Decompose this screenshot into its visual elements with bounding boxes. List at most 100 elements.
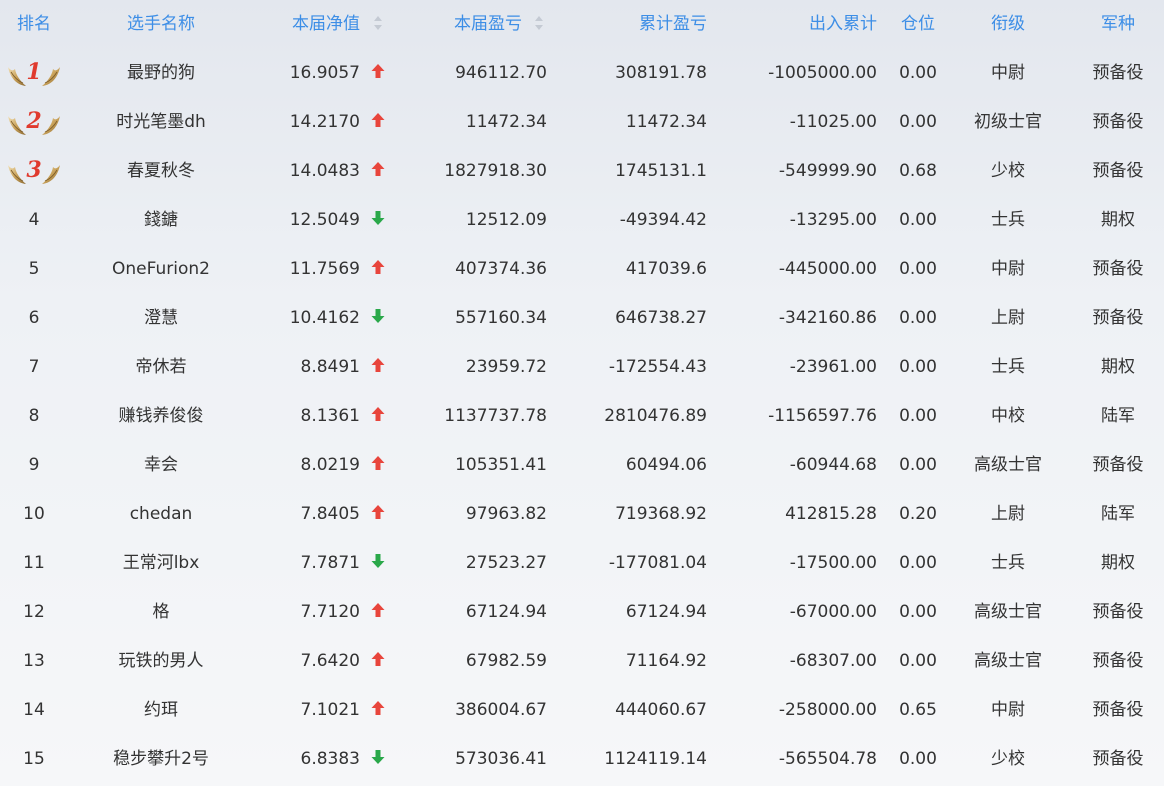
table-row[interactable]: 1 最野的狗 16.9057 946112.70 308191.78 -1005000.0… (0, 49, 1164, 98)
rank-number: 10 (23, 504, 45, 524)
arrow-up-icon (368, 49, 388, 98)
medal-rank-number: 2 (26, 108, 42, 134)
current-pnl: 407374.36 (455, 259, 547, 279)
table-row[interactable]: 15 稳步攀升2号 6.8383 573036.41 1124119.14 -565504… (0, 735, 1164, 784)
leaderboard-table: 排名 选手名称 本届净值 本届盈亏 累计盈亏 出入累计 仓位 衔级 军种 1 最野… (0, 0, 1164, 786)
table-row[interactable]: 5 OneFurion2 11.7569 407374.36 417039.6 -4450… (0, 245, 1164, 294)
current-pnl-sort-icon[interactable] (531, 0, 547, 49)
position-ratio: 0.68 (899, 161, 937, 181)
inout-total: 412815.28 (785, 504, 877, 524)
player-name[interactable]: 最野的狗 (68, 49, 254, 98)
service-branch: 预备役 (1092, 112, 1144, 132)
player-name[interactable]: 幸会 (68, 441, 254, 490)
current-pnl: 1137737.78 (444, 406, 547, 426)
medal-rank-number: 1 (26, 59, 42, 85)
table-row[interactable]: 10 chedan 7.8405 97963.82 719368.92 412815.28… (0, 490, 1164, 539)
table-row[interactable]: 14 约珥 7.1021 386004.67 444060.67 -258000.00 0.… (0, 686, 1164, 735)
player-name[interactable]: 稳步攀升2号 (68, 735, 254, 784)
table-row[interactable]: 13 玩铁的男人 7.6420 67982.59 71164.92 -68307.00 0.… (0, 637, 1164, 686)
arrow-up-icon (368, 490, 388, 539)
player-name[interactable]: 约珥 (68, 686, 254, 735)
table-row[interactable]: 11 王常河lbx 7.7871 27523.27 -177081.04 -17500.0… (0, 539, 1164, 588)
table-row[interactable]: 4 錢鎕 12.5049 12512.09 -49394.42 -13295.00 0.00… (0, 196, 1164, 245)
header-title: 衔级 (991, 14, 1025, 34)
military-title: 初级士官 (974, 112, 1042, 132)
arrow-up-icon (368, 637, 388, 686)
arrow-up-icon (368, 245, 388, 294)
inout-total: -258000.00 (778, 700, 877, 720)
player-name[interactable]: OneFurion2 (68, 245, 254, 294)
rank-number: 11 (23, 553, 45, 573)
current-pnl: 573036.41 (455, 749, 547, 769)
military-title: 高级士官 (974, 651, 1042, 671)
player-name[interactable]: 錢鎕 (68, 196, 254, 245)
table-row[interactable]: 9 幸会 8.0219 105351.41 60494.06 -60944.68 0.00 高… (0, 441, 1164, 490)
service-branch: 预备役 (1092, 749, 1144, 769)
rank-number: 4 (28, 210, 40, 230)
arrow-up-icon (368, 686, 388, 735)
player-name[interactable]: 时光笔墨dh (68, 98, 254, 147)
player-name[interactable]: 玩铁的男人 (68, 637, 254, 686)
cumulative-pnl: 2810476.89 (604, 406, 707, 426)
military-title: 高级士官 (974, 455, 1042, 475)
current-pnl: 23959.72 (465, 357, 547, 377)
inout-total: -549999.90 (778, 161, 877, 181)
nav-sort-icon[interactable] (368, 0, 388, 49)
player-name[interactable]: 王常河lbx (68, 539, 254, 588)
military-title: 士兵 (991, 357, 1025, 377)
cumulative-pnl: 71164.92 (625, 651, 707, 671)
net-value: 8.8491 (300, 357, 360, 377)
inout-total: -60944.68 (789, 455, 877, 475)
table-row[interactable]: 2 时光笔墨dh 14.2170 11472.34 11472.34 -11025.00 0… (0, 98, 1164, 147)
military-title: 上尉 (991, 504, 1025, 524)
player-name[interactable]: chedan (68, 490, 254, 539)
military-title: 高级士官 (974, 602, 1042, 622)
inout-total: -17500.00 (789, 553, 877, 573)
service-branch: 预备役 (1092, 63, 1144, 83)
arrow-up-icon (368, 441, 388, 490)
table-row[interactable]: 12 格 7.7120 67124.94 67124.94 -67000.00 0.00 高级… (0, 588, 1164, 637)
current-pnl: 67982.59 (465, 651, 547, 671)
current-pnl: 11472.34 (465, 112, 547, 132)
net-value: 7.7120 (300, 602, 360, 622)
rank-medal: 2 (0, 98, 68, 147)
player-name[interactable]: 格 (68, 588, 254, 637)
service-branch: 预备役 (1092, 700, 1144, 720)
net-value: 7.7871 (300, 553, 360, 573)
player-name[interactable]: 赚钱养俊俊 (68, 392, 254, 441)
military-title: 少校 (991, 161, 1025, 181)
header-branch: 军种 (1101, 14, 1135, 34)
current-pnl: 386004.67 (455, 700, 547, 720)
player-name[interactable]: 春夏秋冬 (68, 147, 254, 196)
cumulative-pnl: 646738.27 (615, 308, 707, 328)
header-nav-sortable[interactable]: 本届净值 (254, 0, 360, 49)
table-row[interactable]: 8 赚钱养俊俊 8.1361 1137737.78 2810476.89 -1156597… (0, 392, 1164, 441)
military-title: 中尉 (991, 259, 1025, 279)
cumulative-pnl: 444060.67 (615, 700, 707, 720)
current-pnl: 97963.82 (465, 504, 547, 524)
net-value: 7.8405 (300, 504, 360, 524)
service-branch: 期权 (1101, 357, 1135, 377)
rank-number: 7 (28, 357, 40, 377)
current-pnl: 67124.94 (465, 602, 547, 622)
rank-number: 15 (23, 749, 45, 769)
net-value: 6.8383 (300, 749, 360, 769)
player-name[interactable]: 帝休若 (68, 343, 254, 392)
header-position: 仓位 (901, 14, 935, 34)
table-row[interactable]: 3 春夏秋冬 14.0483 1827918.30 1745131.1 -549999.9… (0, 147, 1164, 196)
inout-total: -68307.00 (789, 651, 877, 671)
cumulative-pnl: 67124.94 (625, 602, 707, 622)
cumulative-pnl: 1745131.1 (615, 161, 707, 181)
service-branch: 陆军 (1101, 504, 1135, 524)
player-name[interactable]: 澄慧 (68, 294, 254, 343)
table-row[interactable]: 6 澄慧 10.4162 557160.34 646738.27 -342160.86 0.… (0, 294, 1164, 343)
table-row[interactable]: 7 帝休若 8.8491 23959.72 -172554.43 -23961.00 0.0… (0, 343, 1164, 392)
service-branch: 预备役 (1092, 651, 1144, 671)
arrow-up-icon (368, 588, 388, 637)
net-value: 12.5049 (289, 210, 360, 230)
inout-total: -23961.00 (789, 357, 877, 377)
position-ratio: 0.00 (899, 63, 937, 83)
service-branch: 预备役 (1092, 161, 1144, 181)
header-current-pnl-sortable[interactable]: 本届盈亏 (392, 0, 522, 49)
inout-total: -1156597.76 (768, 406, 877, 426)
